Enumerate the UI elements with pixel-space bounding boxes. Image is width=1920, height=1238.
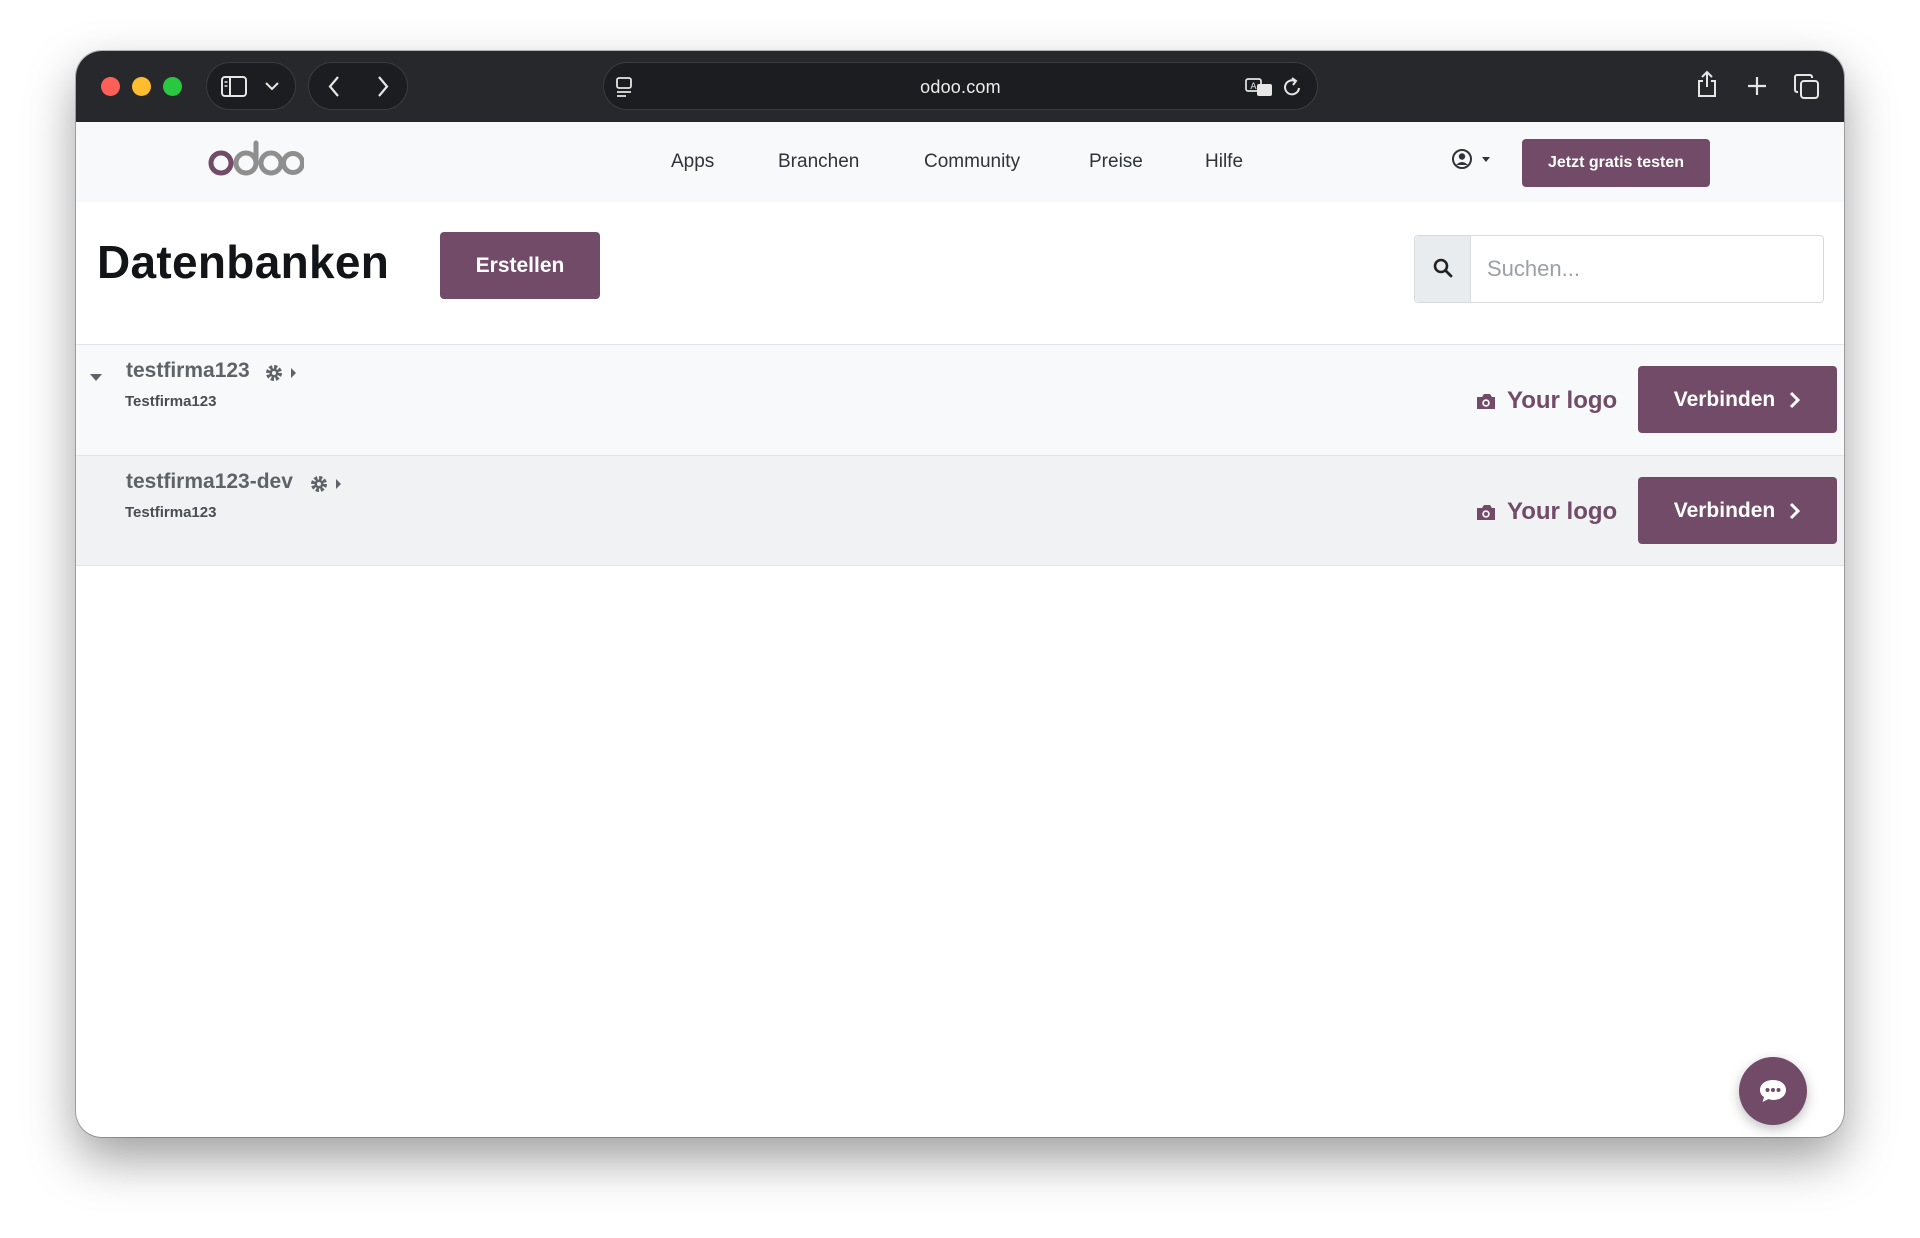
odoo-logo[interactable] bbox=[208, 138, 304, 180]
database-row: testfirma123-dev Testfirma123 Your logo bbox=[76, 455, 1844, 566]
search-icon bbox=[1433, 258, 1453, 278]
upload-logo-link[interactable]: Your logo bbox=[1475, 498, 1617, 526]
page-title: Datenbanken bbox=[97, 236, 390, 288]
create-database-button[interactable]: Erstellen bbox=[440, 232, 600, 299]
connect-label: Verbinden bbox=[1673, 498, 1776, 522]
site-header: Apps Branchen Community Preise Hilfe Jet… bbox=[76, 122, 1844, 202]
camera-icon bbox=[1477, 393, 1495, 409]
search-input[interactable] bbox=[1471, 236, 1821, 302]
translate-icon[interactable]: A bbox=[1245, 77, 1273, 97]
nav-community[interactable]: Community bbox=[924, 151, 1020, 173]
forward-icon[interactable] bbox=[377, 76, 389, 97]
minimize-window-button[interactable] bbox=[132, 77, 151, 96]
close-window-button[interactable] bbox=[101, 77, 120, 96]
chevron-right-icon bbox=[1790, 391, 1801, 408]
address-bar[interactable]: odoo.com A bbox=[603, 62, 1318, 110]
gear-icon bbox=[266, 365, 282, 381]
nav-hilfe[interactable]: Hilfe bbox=[1205, 151, 1243, 173]
search-group bbox=[1414, 235, 1824, 303]
upload-logo-label: Your logo bbox=[1507, 387, 1618, 414]
chat-icon bbox=[1760, 1080, 1786, 1102]
database-name[interactable]: testfirma123-dev bbox=[126, 470, 293, 494]
search-button[interactable] bbox=[1415, 236, 1471, 302]
connect-button[interactable]: Verbinden bbox=[1638, 477, 1837, 544]
zoom-window-button[interactable] bbox=[163, 77, 182, 96]
caret-right-icon bbox=[291, 368, 296, 378]
reload-icon[interactable] bbox=[1283, 76, 1303, 98]
sidebar-icon[interactable] bbox=[221, 76, 247, 97]
share-icon[interactable] bbox=[1696, 70, 1718, 98]
url-text: odoo.com bbox=[920, 77, 1001, 97]
database-company: Testfirma123 bbox=[125, 393, 217, 410]
nav-apps[interactable]: Apps bbox=[671, 151, 714, 173]
tab-overview-icon[interactable] bbox=[1794, 74, 1819, 99]
browser-window: odoo.com A Apps Branchen Community Preis… bbox=[76, 51, 1844, 1137]
live-chat-button[interactable] bbox=[1739, 1057, 1807, 1125]
browser-toolbar: odoo.com A bbox=[76, 51, 1844, 122]
connect-button[interactable]: Verbinden bbox=[1638, 366, 1837, 433]
camera-icon bbox=[1477, 504, 1495, 520]
database-name[interactable]: testfirma123 bbox=[126, 359, 250, 383]
nav-branchen[interactable]: Branchen bbox=[778, 151, 859, 173]
chevron-down-icon[interactable] bbox=[265, 82, 279, 91]
sidebar-toggle-group bbox=[206, 62, 296, 110]
user-menu-toggle[interactable] bbox=[1451, 148, 1495, 172]
nav-preise[interactable]: Preise bbox=[1089, 151, 1143, 173]
database-company: Testfirma123 bbox=[125, 504, 217, 521]
svg-text:A: A bbox=[1250, 82, 1257, 92]
database-settings-toggle[interactable] bbox=[264, 362, 304, 384]
caret-right-icon bbox=[336, 479, 341, 489]
chevron-right-icon bbox=[1790, 502, 1801, 519]
free-trial-button[interactable]: Jetzt gratis testen bbox=[1522, 139, 1710, 187]
caret-down-icon[interactable] bbox=[90, 374, 102, 382]
database-row: testfirma123 Testfirma123 Your logo Verb… bbox=[76, 344, 1844, 455]
history-nav-group bbox=[308, 62, 408, 110]
back-icon[interactable] bbox=[328, 76, 340, 97]
upload-logo-link[interactable]: Your logo bbox=[1475, 387, 1617, 415]
database-settings-toggle[interactable] bbox=[309, 473, 349, 495]
upload-logo-label: Your logo bbox=[1507, 498, 1618, 525]
gear-icon bbox=[311, 476, 327, 492]
connect-label: Verbinden bbox=[1673, 387, 1776, 411]
database-list: testfirma123 Testfirma123 Your logo Verb… bbox=[76, 344, 1844, 566]
new-tab-icon[interactable] bbox=[1747, 76, 1767, 96]
